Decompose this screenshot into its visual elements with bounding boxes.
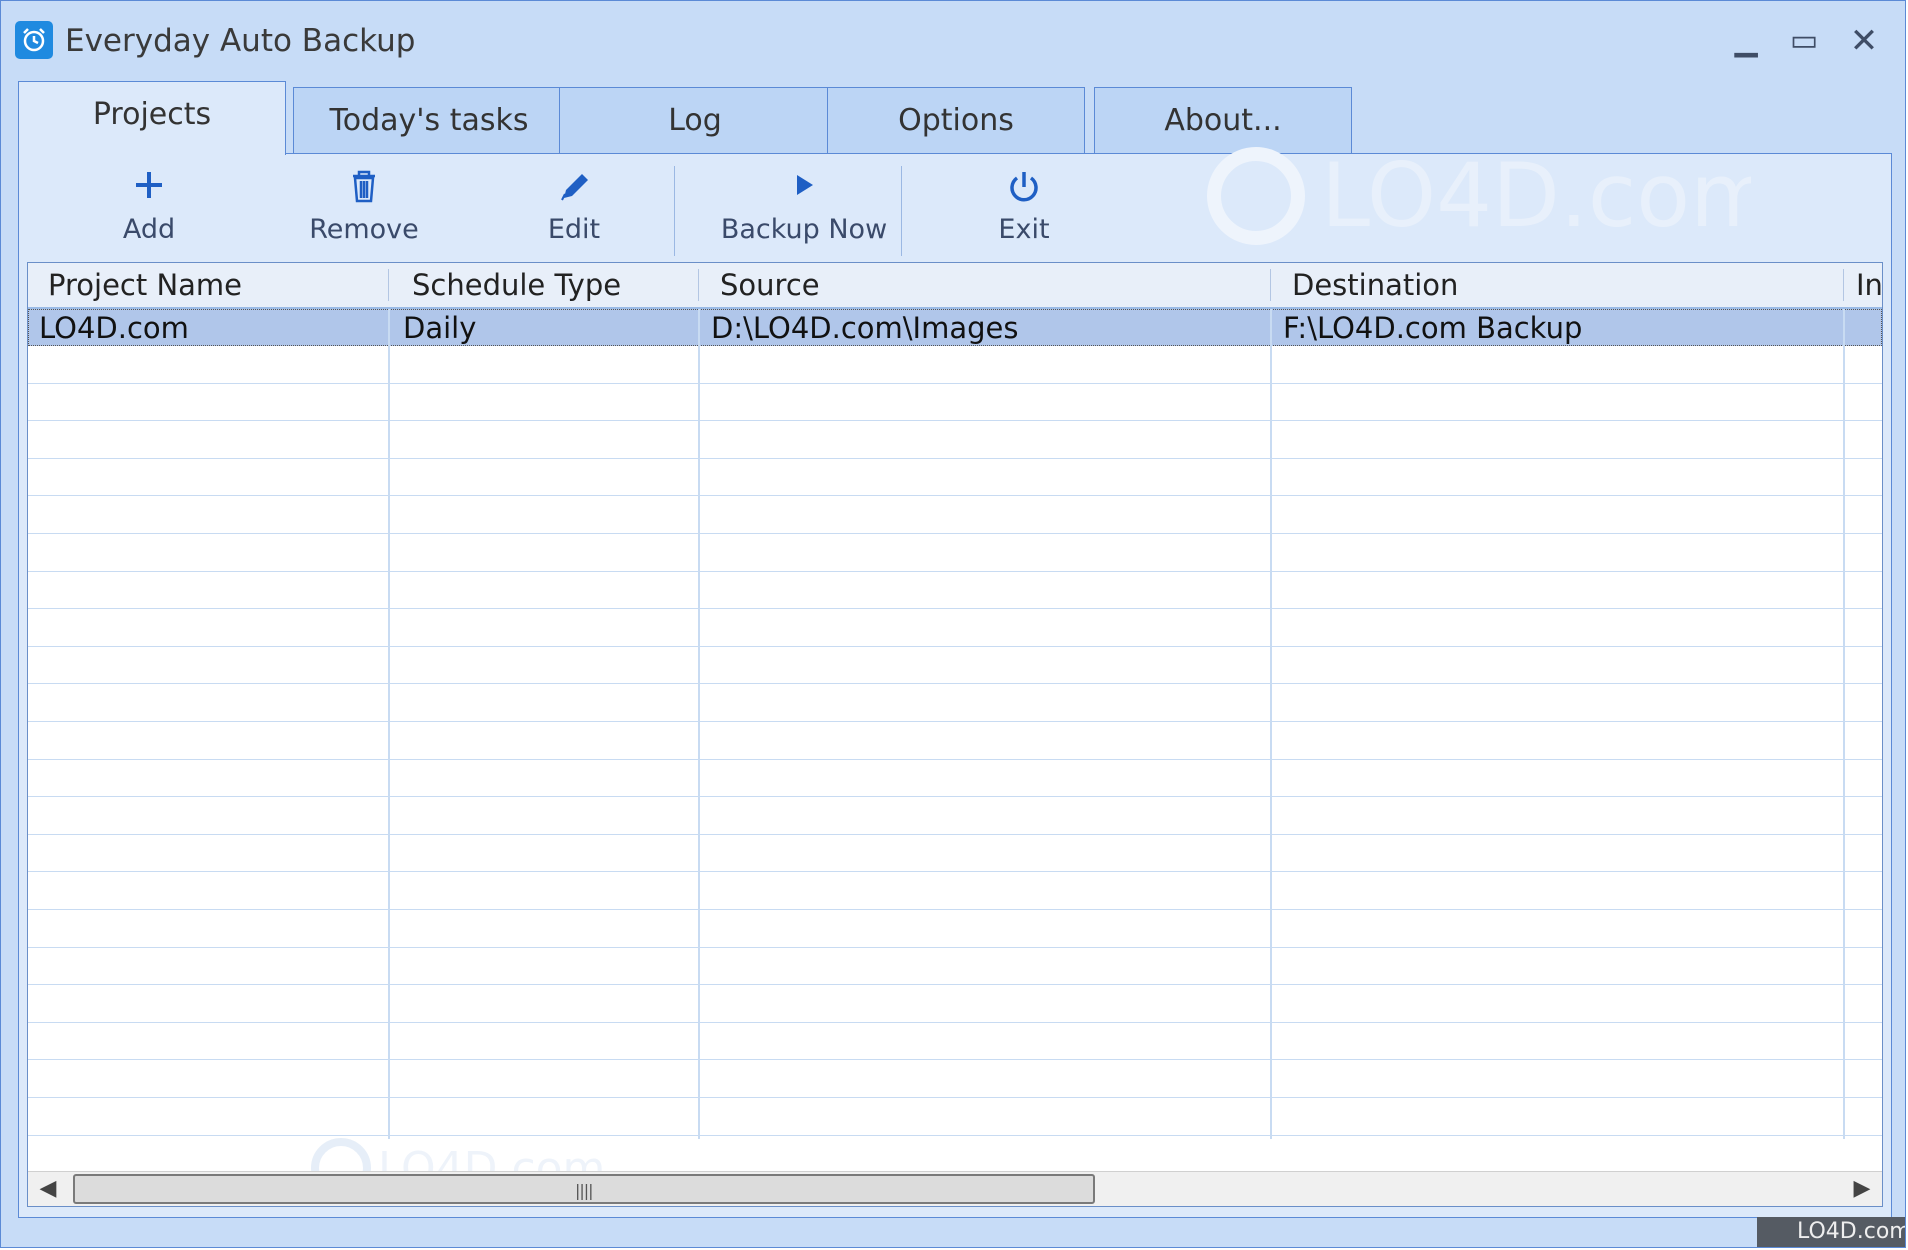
column-divider[interactable] <box>388 269 389 301</box>
table-row-empty[interactable] <box>28 835 1882 873</box>
table-row-empty[interactable] <box>28 798 1882 835</box>
window-title: Everyday Auto Backup <box>65 23 416 59</box>
column-header-partial[interactable]: In <box>1836 263 1882 307</box>
cell-schedule-type: Daily <box>403 311 477 345</box>
minimize-button[interactable]: ▁ <box>1721 17 1771 65</box>
table-row-empty[interactable] <box>28 1061 1882 1098</box>
table-row-empty[interactable] <box>28 422 1882 459</box>
close-button[interactable]: ✕ <box>1839 17 1889 65</box>
add-button[interactable]: Add <box>89 168 209 245</box>
column-header-destination[interactable]: Destination <box>1272 263 1832 307</box>
add-label: Add <box>122 214 176 245</box>
horizontal-scrollbar[interactable]: ◀ |||| ▶ <box>28 1171 1882 1206</box>
toolbar-separator <box>674 166 675 256</box>
cell-destination: F:\LO4D.com Backup <box>1283 311 1583 345</box>
column-header-source[interactable]: Source <box>700 263 1260 307</box>
cell-project-name: LO4D.com <box>39 311 189 345</box>
scroll-thumb[interactable]: |||| <box>73 1174 1095 1204</box>
tab-projects[interactable]: Projects <box>18 81 286 155</box>
corner-badge: LO4D.com <box>1757 1217 1905 1247</box>
projects-panel: Add Remove Edit Backup Now Exit Project … <box>18 153 1892 1218</box>
toolbar-separator <box>901 166 902 256</box>
table-header: Project Name Schedule Type Source Destin… <box>28 263 1882 309</box>
play-icon <box>709 168 899 210</box>
tab-log[interactable]: Log <box>559 87 831 153</box>
table-row-empty[interactable] <box>28 911 1882 948</box>
title-bar[interactable]: Everyday Auto Backup ▁ ▭ ✕ <box>1 1 1905 83</box>
edit-label: Edit <box>547 214 601 245</box>
grid-line <box>388 309 390 1139</box>
alarm-clock-icon <box>15 21 53 59</box>
grid-line <box>698 309 700 1139</box>
table-row-empty[interactable] <box>28 723 1882 760</box>
remove-button[interactable]: Remove <box>289 168 439 245</box>
projects-table[interactable]: Project Name Schedule Type Source Destin… <box>27 262 1883 1207</box>
table-row-empty[interactable] <box>28 459 1882 497</box>
maximize-button[interactable]: ▭ <box>1779 17 1829 65</box>
table-row-empty[interactable] <box>28 610 1882 647</box>
power-icon <box>969 168 1079 210</box>
pencil-icon <box>514 168 634 210</box>
cell-source: D:\LO4D.com\Images <box>711 311 1019 345</box>
table-row[interactable]: LO4D.com Daily D:\LO4D.com\Images F:\LO4… <box>28 309 1882 346</box>
tab-options[interactable]: Options <box>827 87 1085 153</box>
column-divider[interactable] <box>1270 269 1271 301</box>
edit-button[interactable]: Edit <box>514 168 634 245</box>
grid-line <box>1843 309 1845 1139</box>
column-divider[interactable] <box>698 269 699 301</box>
table-row-empty[interactable] <box>28 572 1882 610</box>
grid-line <box>1270 309 1272 1139</box>
table-row-empty[interactable] <box>28 685 1882 722</box>
grip-icon: |||| <box>575 1181 594 1200</box>
plus-icon <box>89 168 209 210</box>
table-row-empty[interactable] <box>28 497 1882 534</box>
table-row-empty[interactable] <box>28 948 1882 986</box>
scroll-left-arrow[interactable]: ◀ <box>36 1176 60 1202</box>
watermark-logo: LO4D.com <box>1207 144 1751 247</box>
table-row-empty[interactable] <box>28 384 1882 422</box>
table-row-empty[interactable] <box>28 647 1882 685</box>
app-window: Everyday Auto Backup ▁ ▭ ✕ Projects Toda… <box>0 0 1906 1248</box>
column-header-schedule-type[interactable]: Schedule Type <box>392 263 692 307</box>
column-header-project-name[interactable]: Project Name <box>28 263 388 307</box>
table-row-empty[interactable] <box>28 1023 1882 1061</box>
watermark-text: LO4D.com <box>1321 144 1751 247</box>
tab-todays-tasks[interactable]: Today's tasks <box>293 87 565 153</box>
remove-label: Remove <box>309 214 419 245</box>
backup-now-button[interactable]: Backup Now <box>709 168 899 245</box>
table-row-empty[interactable] <box>28 873 1882 910</box>
table-row-empty[interactable] <box>28 986 1882 1023</box>
trash-icon <box>289 168 439 210</box>
table-body: LO4D.com Daily D:\LO4D.com\Images F:\LO4… <box>28 309 1882 1174</box>
table-row-empty[interactable] <box>28 760 1882 798</box>
table-row-empty[interactable] <box>28 347 1882 384</box>
table-row-empty[interactable] <box>28 535 1882 572</box>
exit-button[interactable]: Exit <box>969 168 1079 245</box>
scroll-right-arrow[interactable]: ▶ <box>1850 1176 1874 1202</box>
exit-label: Exit <box>998 214 1050 245</box>
backup-now-label: Backup Now <box>720 214 888 245</box>
